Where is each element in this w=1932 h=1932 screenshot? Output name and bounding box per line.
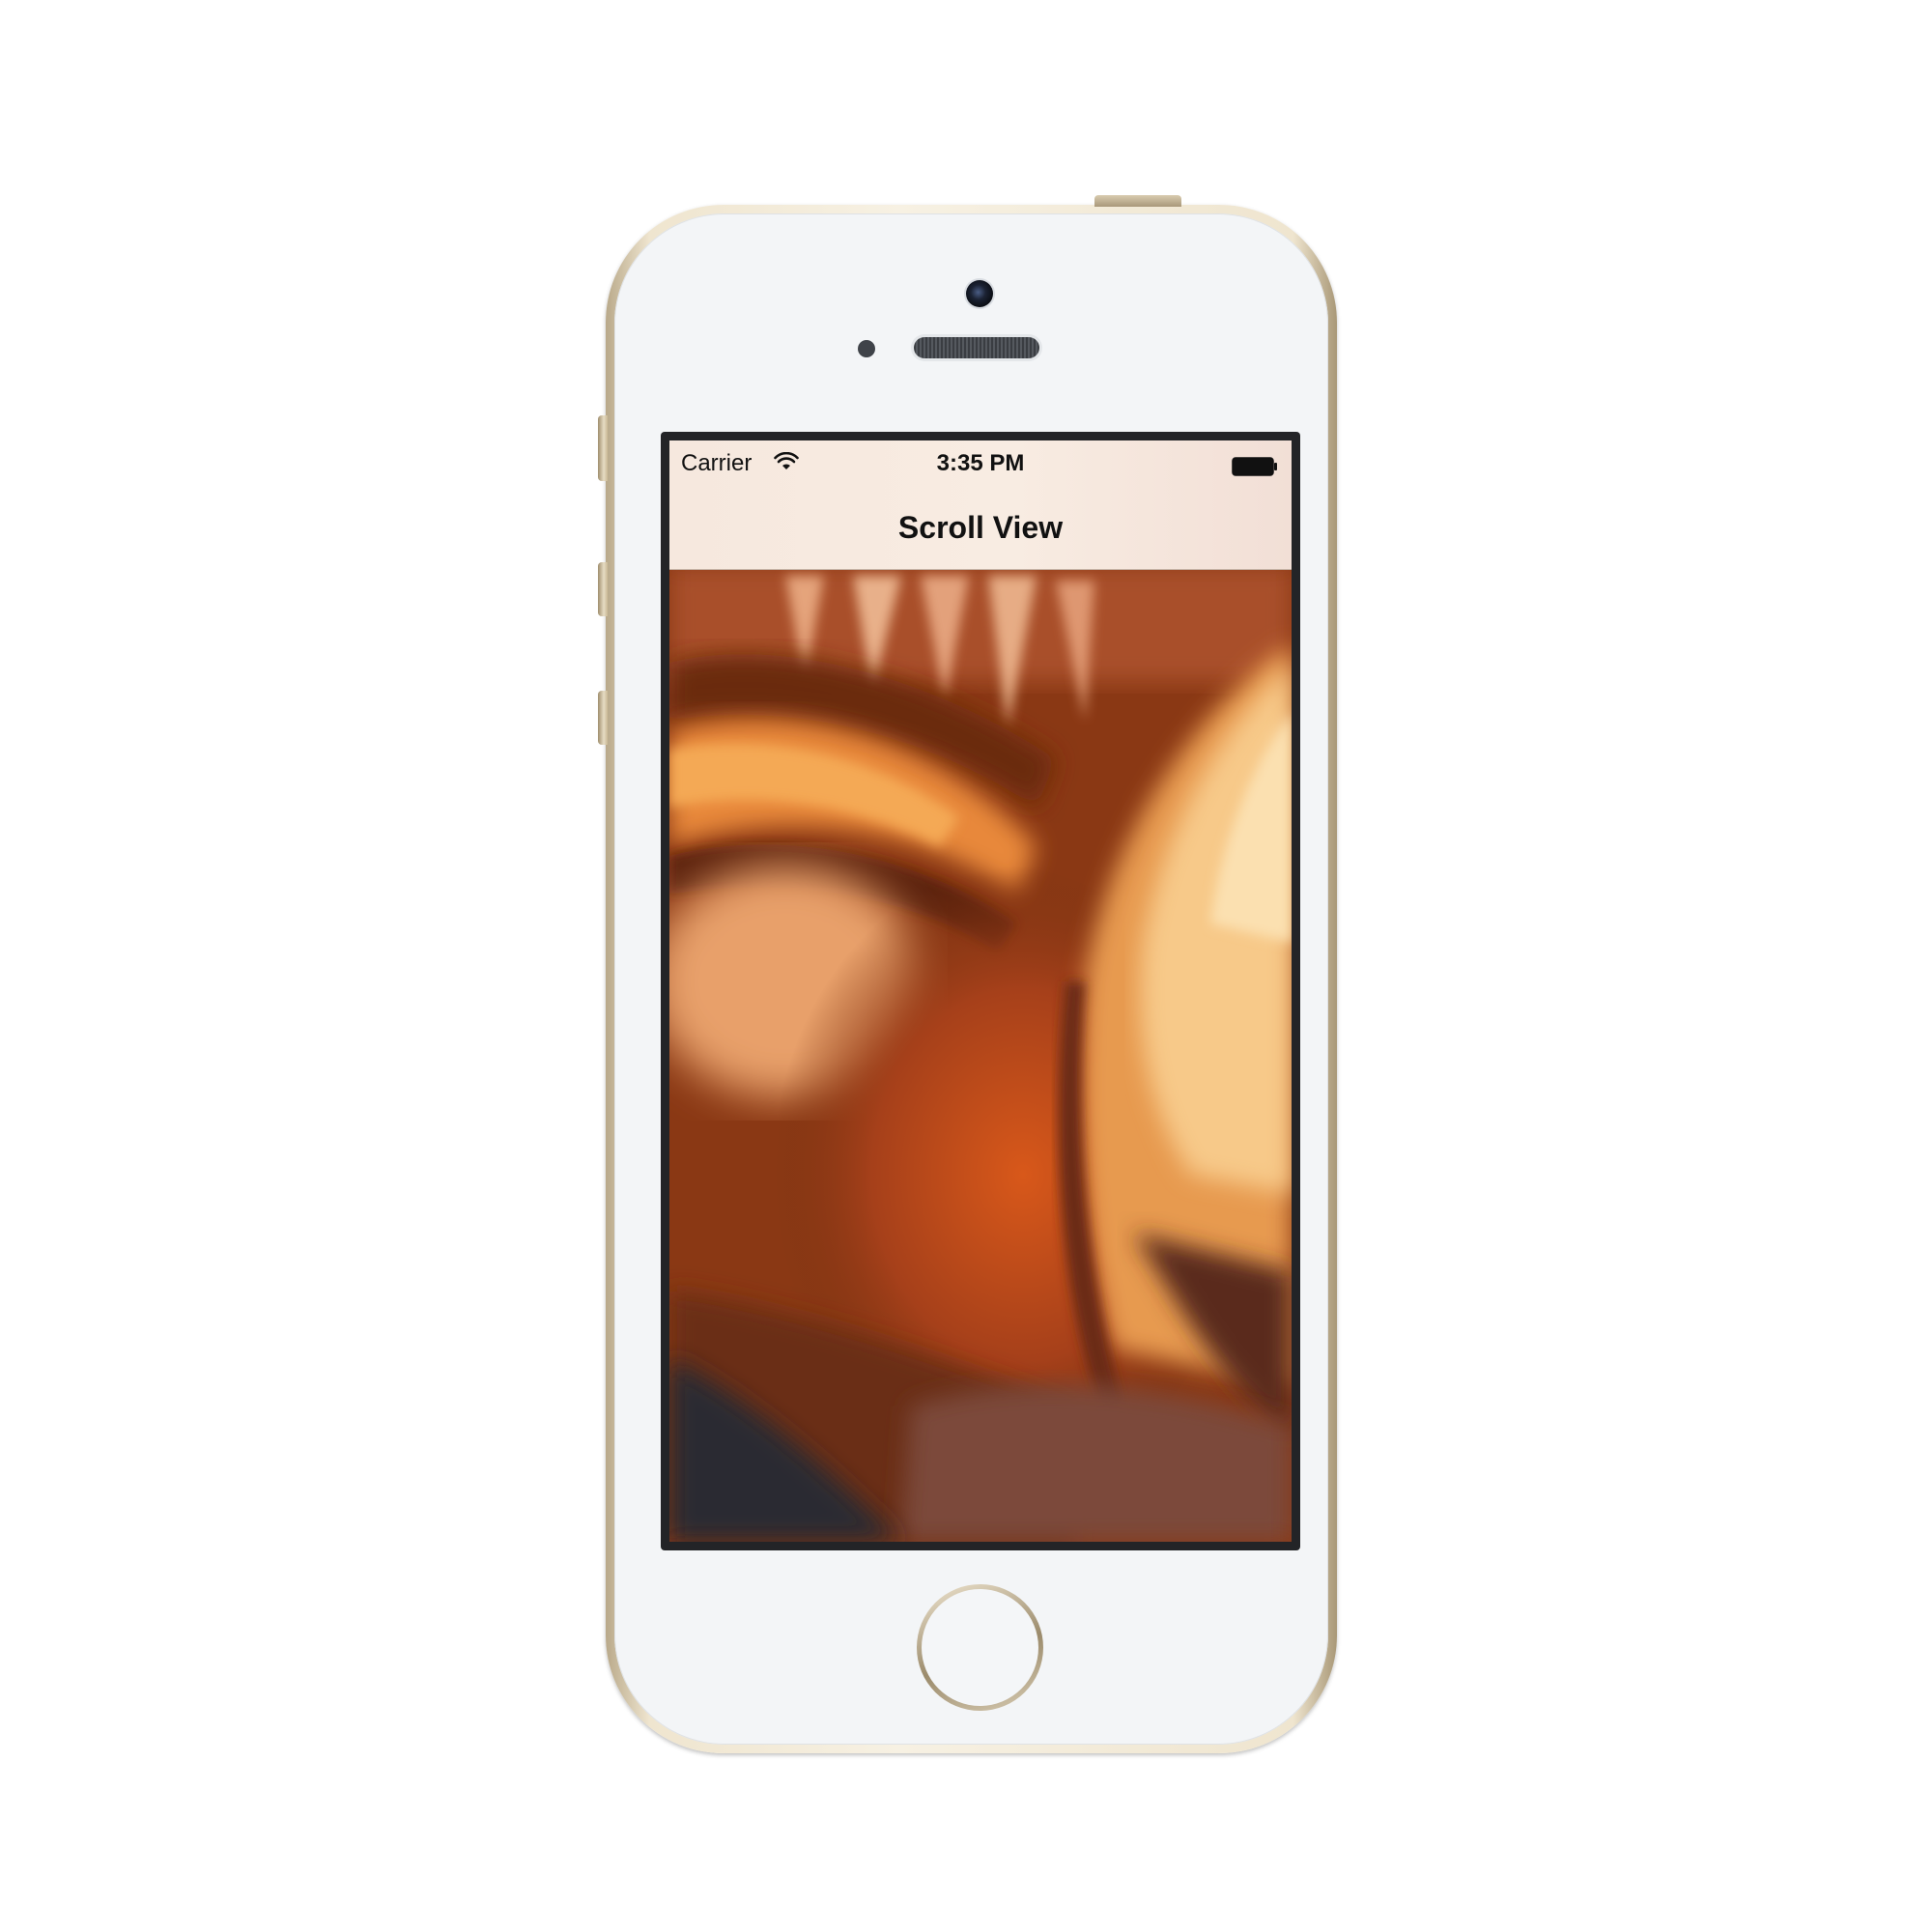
battery-full-icon: [1232, 457, 1277, 476]
scroll-view[interactable]: [669, 440, 1292, 1542]
status-bar: Carrier 3:35 PM: [669, 440, 1292, 479]
screen: Carrier 3:35 PM Scroll View: [669, 440, 1292, 1542]
home-button-face: [922, 1589, 1038, 1706]
scroll-view-image: [669, 440, 1292, 1542]
proximity-sensor: [858, 340, 875, 357]
status-time: 3:35 PM: [936, 450, 1025, 476]
page-title: Scroll View: [897, 510, 1064, 545]
navigation-bar: Carrier 3:35 PM Scroll View: [669, 440, 1292, 570]
volume-up-button: [598, 562, 608, 616]
home-button[interactable]: [917, 1584, 1043, 1711]
device-face: Carrier 3:35 PM Scroll View: [614, 213, 1328, 1745]
iphone-device: Carrier 3:35 PM Scroll View: [598, 195, 1337, 1753]
screen-bezel: Carrier 3:35 PM Scroll View: [661, 432, 1300, 1550]
mute-switch: [598, 415, 608, 481]
front-camera-icon: [966, 280, 993, 307]
power-button: [1094, 195, 1181, 207]
earpiece-speaker-icon: [914, 337, 1039, 358]
volume-down-button: [598, 691, 608, 745]
